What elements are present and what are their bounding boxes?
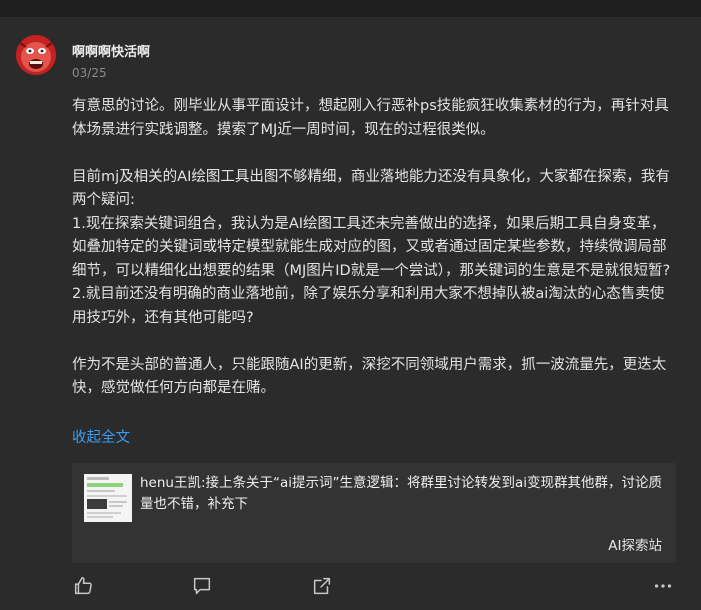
thumbs-up-icon[interactable]: [72, 575, 94, 597]
post-date: 03/25: [72, 66, 107, 80]
post-paragraph: 目前mj及相关的AI绘图工具出图不够精细，商业落地能力还没有具象化，大家都在探索…: [72, 168, 671, 326]
quote-source[interactable]: AI探索站: [608, 534, 662, 554]
collapse-text-link[interactable]: 收起全文: [72, 426, 130, 447]
avatar[interactable]: [16, 35, 56, 75]
more-icon[interactable]: [652, 575, 674, 597]
share-icon[interactable]: [311, 575, 333, 597]
post-paragraph: 作为不是头部的普通人，只能跟随AI的更新，深挖不同领域用户需求，抓一波流量先，更…: [72, 356, 667, 397]
quote-thumbnail: [84, 474, 132, 522]
quote-text: henu王凯:接上条关于“ai提示词”生意逻辑：将群里讨论转发到ai变现群其他群…: [140, 475, 663, 512]
post-paragraph: 有意思的讨论。刚毕业从事平面设计，想起刚入行恶补ps技能疯狂收集素材的行为，再针…: [72, 98, 669, 138]
comment-icon[interactable]: [191, 575, 213, 597]
quoted-post[interactable]: henu王凯:接上条关于“ai提示词”生意逻辑：将群里讨论转发到ai变现群其他群…: [72, 463, 676, 563]
top-bar: [0, 0, 701, 17]
action-bar: [0, 575, 701, 601]
username[interactable]: 啊啊啊快活啊: [72, 41, 150, 60]
post-card: 啊啊啊快活啊 03/25 有意思的讨论。刚毕业从事平面设计，想起刚入行恶补ps技…: [0, 17, 701, 610]
post-content: 有意思的讨论。刚毕业从事平面设计，想起刚入行恶补ps技能疯狂收集素材的行为，再针…: [72, 95, 676, 401]
